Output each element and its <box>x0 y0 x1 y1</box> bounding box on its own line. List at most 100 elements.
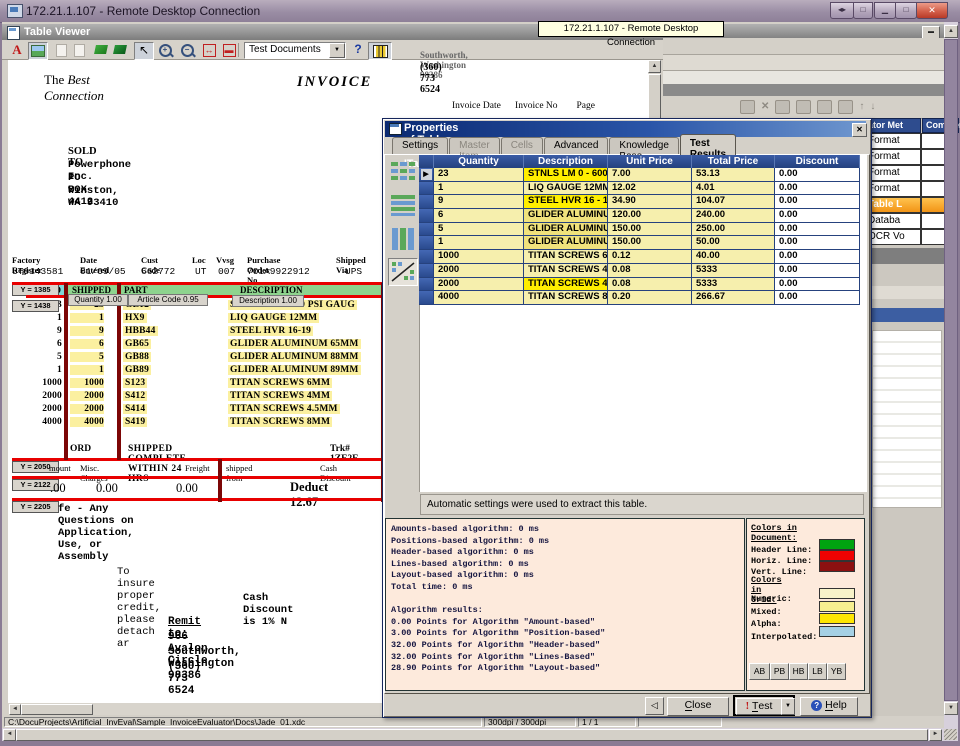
close-icon[interactable]: ✕ <box>852 123 867 137</box>
cell-unit-price[interactable]: 0.08 <box>608 278 692 292</box>
zoom-out-icon[interactable]: − <box>178 42 196 58</box>
cell-description[interactable]: TITAN SCREWS 4. <box>524 278 608 292</box>
scroll-up-icon[interactable]: ▲ <box>944 25 958 38</box>
cell-quantity[interactable]: 23 <box>434 168 524 182</box>
column-header-locator-method[interactable]: ator Met <box>864 118 921 133</box>
row-selector[interactable] <box>419 264 434 278</box>
prev-page-icon[interactable] <box>52 42 70 58</box>
scroll-left-icon[interactable]: ◄ <box>3 729 16 741</box>
minimize-button[interactable]: ▁ <box>874 2 896 19</box>
rotate-left-icon[interactable] <box>92 42 110 58</box>
cell-total-price[interactable]: 266.67 <box>692 291 775 305</box>
cell-discount[interactable]: 0.00 <box>775 236 860 250</box>
cell-description[interactable]: TITAN SCREWS 8 <box>524 291 608 305</box>
cell-total-price[interactable]: 5333 <box>692 264 775 278</box>
table-row[interactable]: 23 STNLS LM 0 - 600 7.00 53.13 0.00 <box>419 168 860 182</box>
cell-unit-price[interactable]: 120.00 <box>608 209 692 223</box>
help-button[interactable]: ? Help <box>800 697 858 716</box>
cell-description[interactable]: LIQ GAUGE 12MM <box>524 182 608 196</box>
cell-quantity[interactable]: 9 <box>434 195 524 209</box>
cell-unit-price[interactable]: 0.20 <box>608 291 692 305</box>
cell-total-price[interactable]: 250.00 <box>692 223 775 237</box>
test-dropdown-icon[interactable]: ▼ <box>781 698 795 715</box>
table-row[interactable]: 4000 TITAN SCREWS 8 0.20 266.67 0.00 <box>419 291 860 305</box>
row-selector[interactable] <box>419 291 434 305</box>
dialog-tab[interactable]: Test Results <box>680 134 736 155</box>
image-view-icon[interactable] <box>28 42 48 60</box>
cell-unit-price[interactable]: 0.12 <box>608 250 692 264</box>
cell-discount[interactable]: 0.00 <box>775 291 860 305</box>
cell-discount[interactable]: 0.00 <box>775 168 860 182</box>
find-icon[interactable] <box>740 100 755 114</box>
paste-icon[interactable] <box>838 100 853 114</box>
cell-unit-price[interactable]: 150.00 <box>608 236 692 250</box>
close-icon[interactable]: ✕ <box>916 2 948 19</box>
rotate-right-icon[interactable] <box>111 42 129 58</box>
document-set-combobox[interactable]: Test Documents ▼ <box>244 42 346 59</box>
pointer-tool-icon[interactable]: ↖ <box>134 42 154 60</box>
row-selector[interactable] <box>419 250 434 264</box>
cell-total-price[interactable]: 240.00 <box>692 209 775 223</box>
table-row[interactable]: 1000 TITAN SCREWS 6 0.12 40.00 0.00 <box>419 250 860 264</box>
cell-description[interactable]: GLIDER ALUMINU <box>524 223 608 237</box>
table-row[interactable]: 1 GLIDER ALUMINU 150.00 50.00 0.00 <box>419 236 860 250</box>
rdp-restore-connection-button[interactable]: □ <box>853 2 873 19</box>
fit-width-icon[interactable]: ▬ <box>220 42 238 58</box>
next-page-icon[interactable] <box>70 42 88 58</box>
cell-discount[interactable]: 0.00 <box>775 209 860 223</box>
cell-quantity[interactable]: 2000 <box>434 264 524 278</box>
cell-unit-price[interactable]: 0.08 <box>608 264 692 278</box>
locator-method-cell[interactable]: Format <box>864 181 921 197</box>
column-header-quantity[interactable]: Quantity <box>434 155 524 168</box>
dialog-tab[interactable]: Knowledge Base <box>609 137 678 154</box>
cell-quantity[interactable]: 5 <box>434 223 524 237</box>
zoom-in-icon[interactable]: + <box>156 42 174 58</box>
cell-discount[interactable]: 0.00 <box>775 223 860 237</box>
copy-icon[interactable] <box>817 100 832 114</box>
cell-discount[interactable]: 0.00 <box>775 278 860 292</box>
cell-discount[interactable]: 0.00 <box>775 182 860 196</box>
cell-total-price[interactable]: 4.01 <box>692 182 775 196</box>
row-selector[interactable] <box>419 236 434 250</box>
nav-back-button[interactable]: ◁ <box>645 697 664 715</box>
resize-grip[interactable] <box>944 729 957 740</box>
move-up-icon[interactable]: ↑ <box>859 101 864 113</box>
locator-method-cell[interactable]: OCR Vo <box>864 229 921 245</box>
locator-method-cell[interactable]: Databa <box>864 213 921 229</box>
row-selector[interactable] <box>419 168 434 182</box>
find-all-icon[interactable] <box>796 100 811 114</box>
cell-quantity[interactable]: 1 <box>434 236 524 250</box>
cell-quantity[interactable]: 4000 <box>434 291 524 305</box>
cell-unit-price[interactable]: 150.00 <box>608 223 692 237</box>
algo-button-ab[interactable]: AB <box>749 663 770 680</box>
move-down-icon[interactable]: ↓ <box>870 101 875 113</box>
rename-icon[interactable] <box>775 100 790 114</box>
dialog-tab[interactable]: Master Item <box>449 137 500 154</box>
cell-unit-price[interactable]: 34.90 <box>608 195 692 209</box>
cell-description[interactable]: STNLS LM 0 - 600 <box>524 168 608 182</box>
cell-total-price[interactable]: 53.13 <box>692 168 775 182</box>
cell-unit-price[interactable]: 12.02 <box>608 182 692 196</box>
column-header-unit-price[interactable]: Unit Price <box>608 155 692 168</box>
cell-description[interactable]: STEEL HVR 16 - 19 <box>524 195 608 209</box>
cell-description[interactable]: GLIDER ALUMINU <box>524 209 608 223</box>
algo-button-hb[interactable]: HB <box>789 663 808 680</box>
chevron-down-icon[interactable]: ▼ <box>329 43 345 58</box>
row-selector[interactable] <box>419 182 434 196</box>
rdp-vertical-thumb[interactable] <box>944 39 958 701</box>
cell-quantity[interactable]: 1 <box>434 182 524 196</box>
cell-unit-price[interactable]: 7.00 <box>608 168 692 182</box>
table-row[interactable]: 6 GLIDER ALUMINU 120.00 240.00 0.00 <box>419 209 860 223</box>
dialog-tab[interactable]: Settings <box>392 137 448 154</box>
cell-description[interactable]: TITAN SCREWS 6 <box>524 250 608 264</box>
cell-quantity[interactable]: 2000 <box>434 278 524 292</box>
row-selector[interactable] <box>419 195 434 209</box>
cell-total-price[interactable]: 40.00 <box>692 250 775 264</box>
algo-button-lb[interactable]: LB <box>808 663 827 680</box>
cell-discount[interactable]: 0.00 <box>775 264 860 278</box>
diagonal-cells-icon[interactable] <box>388 258 418 286</box>
cell-description[interactable]: GLIDER ALUMINU <box>524 236 608 250</box>
row-selector[interactable] <box>419 223 434 237</box>
rdp-titlebar[interactable]: 172.21.1.107 - Remote Desktop Connection… <box>0 0 960 23</box>
help-icon[interactable]: ? <box>350 42 366 58</box>
